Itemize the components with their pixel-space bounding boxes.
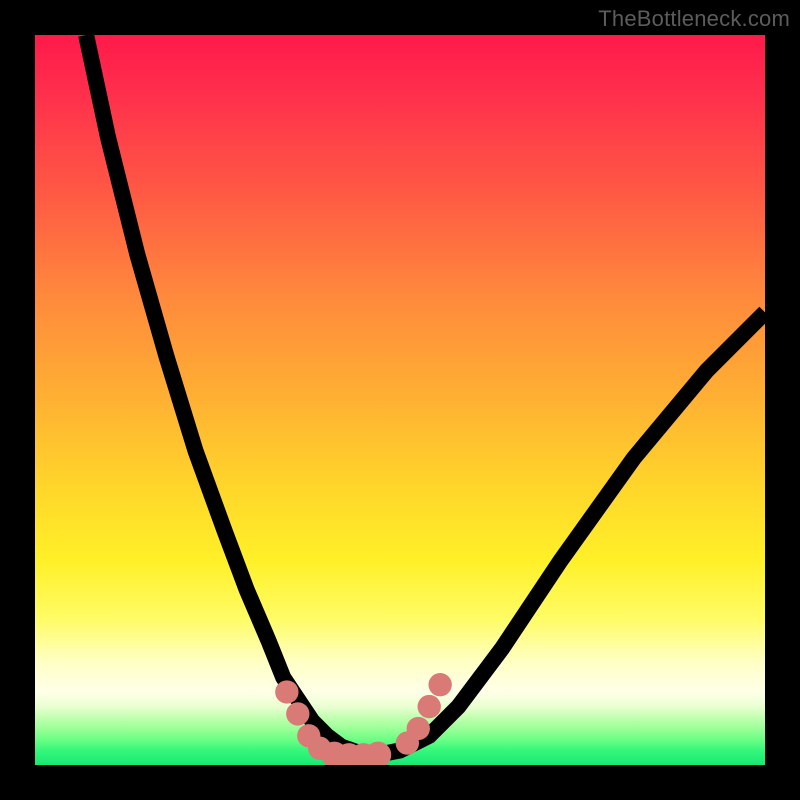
plot-area bbox=[35, 35, 765, 765]
curve-marker bbox=[286, 702, 309, 725]
chart-frame: TheBottleneck.com bbox=[0, 0, 800, 800]
marker-group bbox=[275, 673, 452, 765]
curve-marker bbox=[275, 680, 298, 703]
watermark-text: TheBottleneck.com bbox=[598, 6, 790, 32]
bottleneck-curve-svg bbox=[35, 35, 765, 765]
curve-marker bbox=[407, 717, 430, 740]
curve-marker bbox=[418, 695, 441, 718]
curve-marker bbox=[428, 673, 451, 696]
bottleneck-curve bbox=[86, 35, 765, 754]
